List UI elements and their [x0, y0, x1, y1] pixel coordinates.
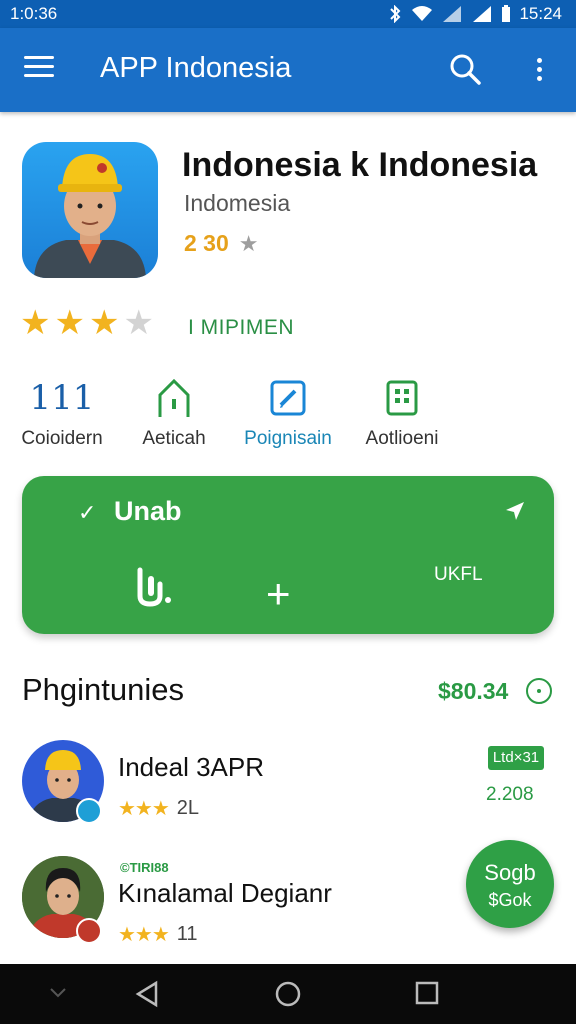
- status-bar: 1:0:36 15:24: [0, 0, 576, 28]
- star-icon: ★: [20, 304, 51, 342]
- item-name: Indeal 3APR: [118, 752, 264, 782]
- status-clock: 15:24: [519, 4, 562, 23]
- fab-line2: $Gok: [488, 890, 532, 910]
- home-nav-icon[interactable]: [274, 980, 302, 1013]
- item-rating: ★★★ 2L: [118, 796, 199, 821]
- status-icons: 15:24: [387, 4, 562, 24]
- search-icon[interactable]: [448, 52, 482, 86]
- floating-action-button[interactable]: Sogb $Gok: [466, 840, 554, 928]
- card-right-label: UKFL: [434, 564, 483, 585]
- item-badge: Ltd×31: [488, 746, 544, 770]
- battery-icon: [502, 5, 511, 22]
- rating-row: ★ ★ ★ ★ I MIPIMEN: [20, 306, 294, 340]
- add-icon[interactable]: +: [266, 573, 291, 615]
- app-bar: APP Indonesia: [0, 28, 576, 112]
- star-icon: ★: [88, 304, 120, 342]
- send-icon[interactable]: [504, 500, 526, 527]
- signal-icon: [443, 6, 462, 22]
- navigation-bar: [0, 964, 576, 1024]
- edit-icon: [228, 374, 348, 422]
- quick-action-aeticah[interactable]: Aeticah: [114, 374, 234, 450]
- quick-action-coioidern[interactable]: 111 Coioidern: [2, 374, 122, 450]
- back-icon[interactable]: [134, 980, 160, 1013]
- section-title: Phgintunies: [22, 672, 185, 707]
- quick-action-aotlioeni[interactable]: Aotlioeni: [342, 374, 462, 450]
- app-icon: [22, 142, 158, 278]
- small-rating-value: 2 30: [184, 230, 229, 256]
- action-card[interactable]: ✓ Unab + UKFL: [22, 476, 554, 634]
- app-name: Indonesia k Indonesia: [182, 146, 538, 184]
- quick-action-poignisain[interactable]: Poignisain: [228, 374, 348, 450]
- item-name: Kınalamal Degianr: [118, 878, 332, 908]
- star-icon: ★: [238, 230, 259, 256]
- quick-action-label: Aotlioeni: [365, 428, 439, 449]
- building-icon: [342, 374, 462, 422]
- list-item[interactable]: Indeal 3APR ★★★ 2L Ltd×31 2.208: [0, 738, 576, 838]
- star-icon: ★★★: [118, 924, 170, 946]
- microphone-icon[interactable]: [128, 566, 176, 613]
- star-empty-icon: ★: [123, 304, 154, 342]
- app-bar-title: APP Indonesia: [100, 52, 292, 84]
- fab-line1: Sogb: [484, 860, 536, 885]
- status-badge-icon: [76, 918, 102, 944]
- item-rating-count: 11: [176, 923, 198, 945]
- home-icon: [114, 374, 234, 422]
- quick-action-label: Aeticah: [142, 428, 206, 449]
- quick-action-label: Poignisain: [244, 428, 332, 449]
- bluetooth-icon: [390, 5, 401, 23]
- check-icon: ✓: [78, 500, 97, 525]
- star-rating: ★ ★ ★ ★: [20, 306, 154, 340]
- recents-icon[interactable]: [414, 980, 440, 1011]
- menu-icon[interactable]: [24, 56, 54, 80]
- status-time: 1:0:36: [10, 4, 58, 23]
- number-icon: 111: [29, 378, 95, 418]
- item-tag: ©TIRI88: [120, 860, 169, 875]
- item-price: 2.208: [486, 784, 534, 805]
- star-icon: ★: [54, 304, 85, 342]
- wifi-icon: [412, 6, 433, 21]
- app-small-rating: 2 30 ★: [184, 230, 259, 257]
- app-developer[interactable]: Indomesia: [184, 190, 290, 217]
- star-icon: ★★★: [118, 798, 170, 820]
- chevron-down-icon[interactable]: [48, 986, 68, 1005]
- item-rating-count: 2L: [176, 797, 200, 819]
- signal-icon-2: [473, 6, 492, 22]
- verified-badge-icon: [76, 798, 102, 824]
- item-rating: ★★★ 11: [118, 922, 198, 947]
- rating-text: I MIPIMEN: [188, 316, 295, 339]
- more-options-icon[interactable]: [530, 52, 548, 86]
- info-icon[interactable]: [526, 678, 552, 704]
- quick-action-label: Coioidern: [21, 428, 103, 449]
- section-amount: $80.34: [438, 678, 509, 704]
- card-title: Unab: [114, 496, 182, 526]
